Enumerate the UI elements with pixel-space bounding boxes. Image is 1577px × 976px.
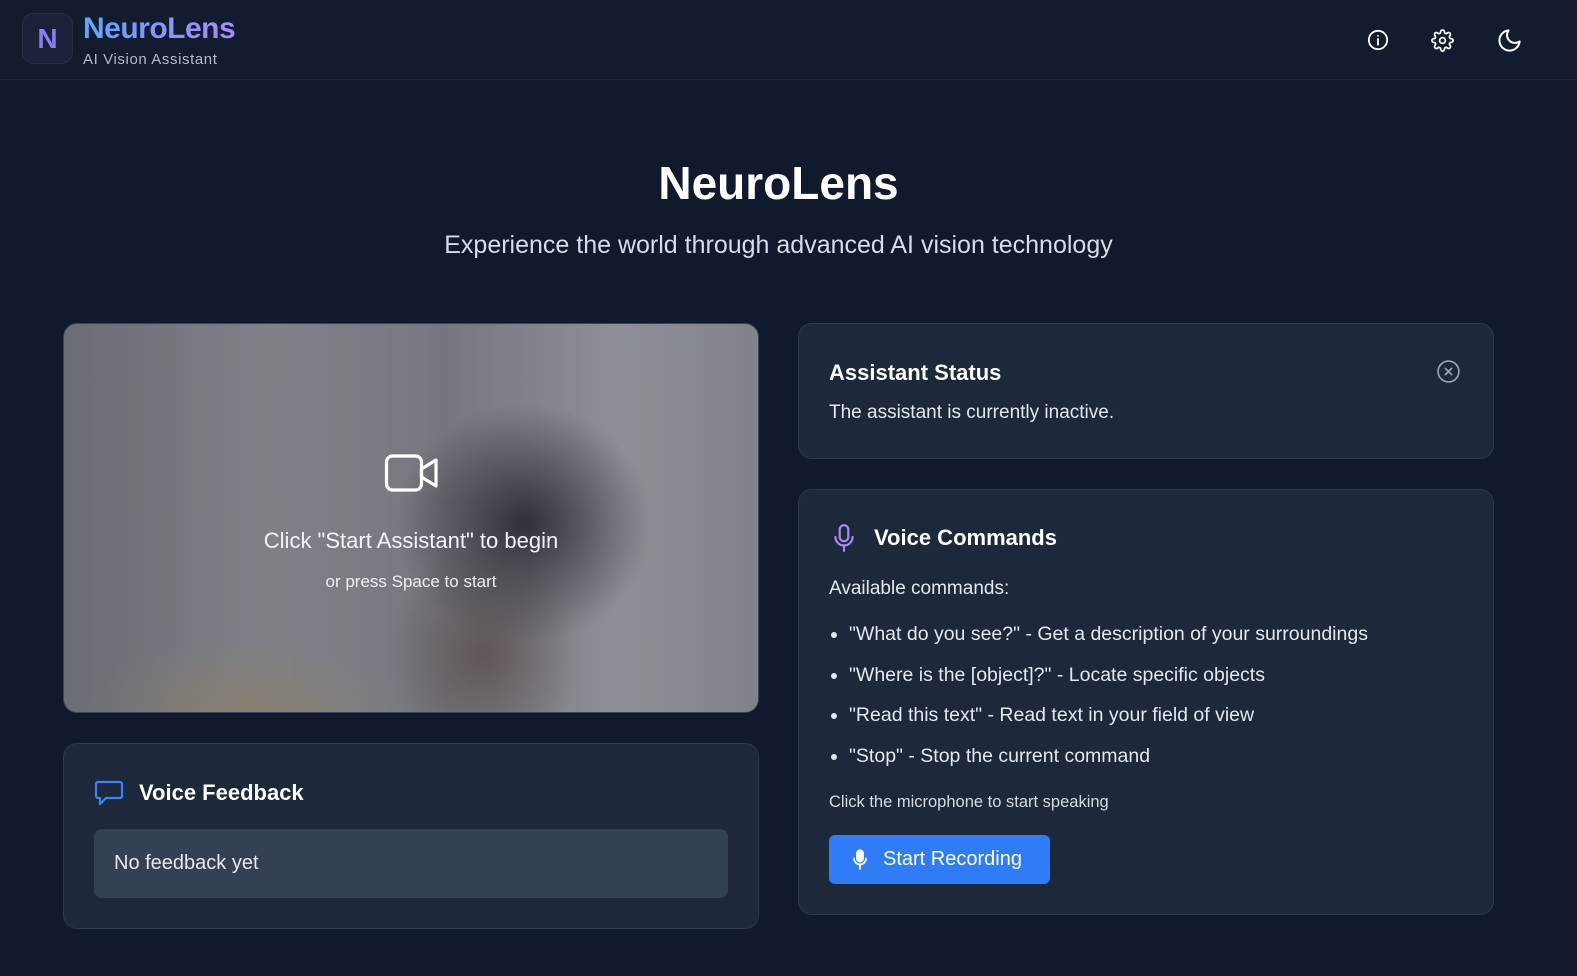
info-button[interactable] [1363,25,1393,55]
camera-overlay [64,324,758,712]
top-bar: N NeuroLens AI Vision Assistant [0,0,1577,80]
settings-button[interactable] [1427,25,1457,55]
page-subtitle: Experience the world through advanced AI… [444,231,1113,259]
camera-prompt: Click "Start Assistant" to begin [263,528,559,553]
camera-preview[interactable]: Click "Start Assistant" to begin or pres… [63,323,759,713]
brand-subtitle: AI Vision Assistant [83,51,218,68]
assistant-status-text: The assistant is currently inactive. [829,402,1115,423]
brand-name: NeuroLens [83,12,236,45]
moon-icon [1497,28,1521,52]
assistant-status-card: Assistant Status The assistant is curren… [798,323,1494,459]
feedback-output: No feedback yet [94,829,728,898]
commands-intro: Available commands: [829,578,1010,599]
command-item: "What do you see?" - Get a description o… [829,620,1368,661]
command-item: "Read this text" - Read text in your fie… [829,701,1368,742]
microphone-icon [834,524,854,552]
gear-icon [1430,28,1454,52]
commands-list: "What do you see?" - Get a description o… [829,620,1368,782]
camera-hint: or press Space to start [325,572,497,591]
command-item: "Stop" - Stop the current command [829,742,1368,783]
start-recording-label: Start Recording [883,848,1022,870]
voice-commands-title: Voice Commands [874,525,1057,550]
commands-hint: Click the microphone to start speaking [829,793,1109,811]
assistant-status-title: Assistant Status [829,360,1002,385]
page-title: NeuroLens [658,157,899,209]
theme-toggle-button[interactable] [1494,25,1524,55]
video-camera-icon [384,454,438,492]
microphone-icon [853,848,867,870]
voice-commands-card: Voice Commands Available commands: "What… [798,489,1494,915]
close-circle-icon[interactable] [1436,359,1461,384]
voice-feedback-card: Voice Feedback No feedback yet [63,743,759,929]
logo: N [22,13,73,64]
start-recording-button[interactable]: Start Recording [829,835,1050,884]
chat-bubble-icon [94,780,124,806]
command-item: "Where is the [object]?" - Locate specif… [829,661,1368,702]
info-icon [1367,29,1389,51]
logo-letter: N [37,22,58,54]
voice-feedback-title: Voice Feedback [139,780,304,805]
